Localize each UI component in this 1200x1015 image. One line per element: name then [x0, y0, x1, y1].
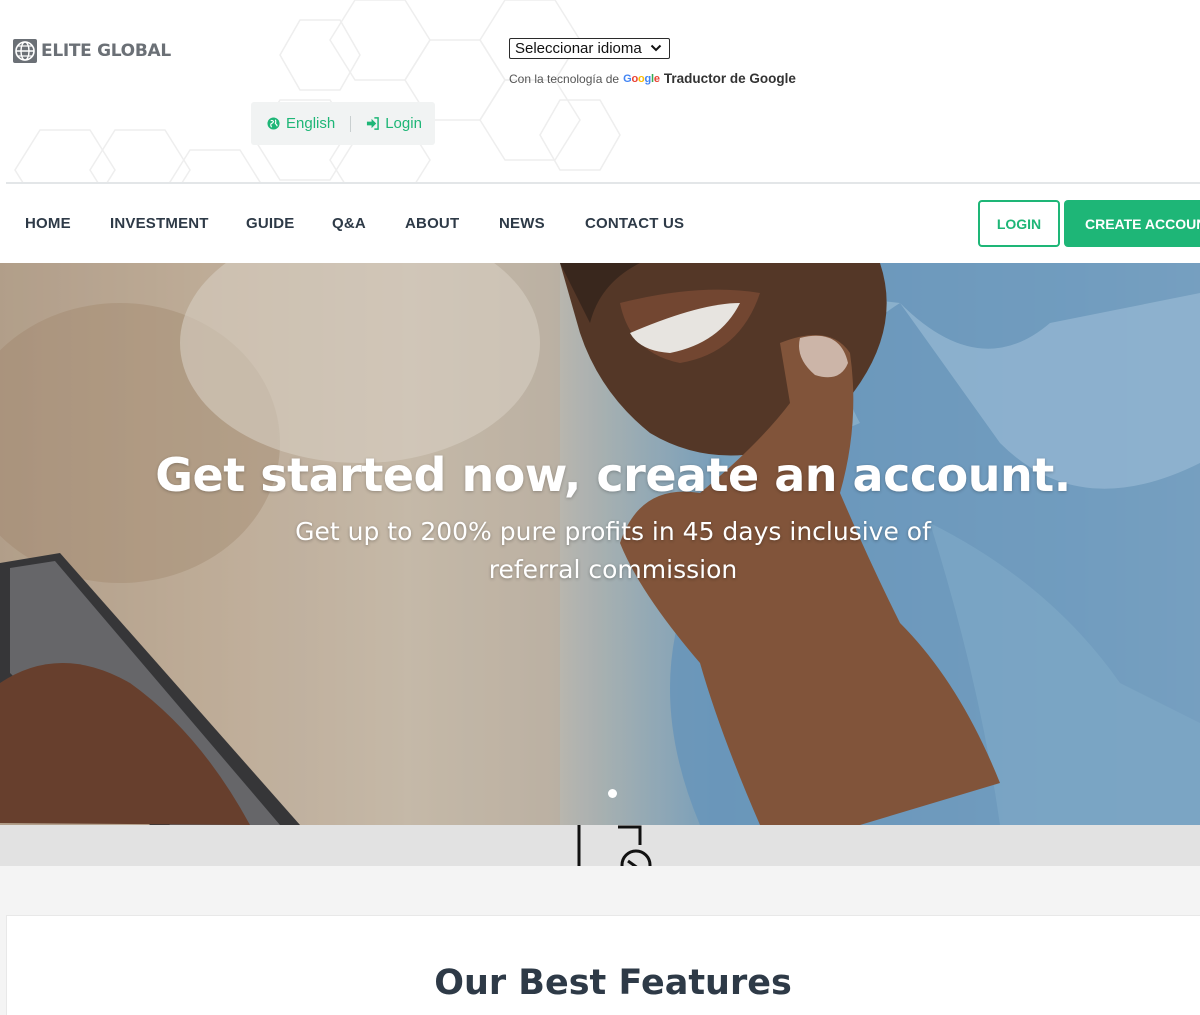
clipboard-icon: [577, 825, 652, 866]
nav-item-guide[interactable]: GUIDE: [246, 215, 295, 232]
nav-item-about[interactable]: ABOUT: [405, 215, 459, 232]
google-translate-attribution: Con la tecnología de Google Traductor de…: [509, 71, 796, 86]
login-button[interactable]: LOGIN: [978, 200, 1060, 247]
hero-subtitle: Get up to 200% pure profits in 45 days i…: [295, 517, 931, 584]
top-login-link[interactable]: Login: [366, 115, 422, 132]
powered-by-text: Con la tecnología de: [509, 71, 620, 86]
language-switcher[interactable]: English: [267, 115, 335, 132]
top-header: ELITE GLOBAL Seleccionar idioma Con la t…: [0, 0, 1200, 183]
language-label: English: [286, 115, 336, 132]
language-select-value: Seleccionar idioma: [515, 40, 642, 57]
create-account-button[interactable]: CREATE ACCOUNT: [1064, 200, 1200, 247]
nav-item-contact-us[interactable]: CONTACT US: [585, 215, 684, 232]
hero-title: Get started now, create an account.: [155, 448, 1071, 502]
sign-in-icon: [367, 117, 380, 130]
globe-logo-icon: [13, 39, 37, 63]
globe-icon: [267, 117, 280, 130]
nav-item-home[interactable]: HOME: [25, 215, 71, 232]
language-select[interactable]: Seleccionar idioma: [509, 38, 670, 59]
brand-name: ELITE GLOBAL: [41, 41, 171, 61]
google-logo: Google: [623, 72, 660, 85]
slider-dot-active[interactable]: [608, 789, 617, 798]
top-login-label: Login: [385, 115, 422, 132]
hero-slider: Get started now, create an account. Get …: [0, 263, 1200, 825]
main-navigation: HOME INVESTMENT GUIDE Q&A ABOUT NEWS CON…: [0, 184, 1200, 263]
google-translate-link[interactable]: Traductor de Google: [664, 71, 796, 86]
hexagon-background-pattern: [14, 0, 621, 183]
features-title: Our Best Features: [434, 963, 792, 1003]
feature-icon-strip: [0, 825, 1200, 866]
top-utility-bar: English Login: [251, 102, 435, 145]
nav-item-news[interactable]: NEWS: [499, 215, 545, 232]
divider: [350, 115, 352, 132]
nav-item-investment[interactable]: INVESTMENT: [110, 215, 209, 232]
brand-logo[interactable]: ELITE GLOBAL: [12, 38, 171, 64]
nav-item-qa[interactable]: Q&A: [332, 215, 366, 232]
chevron-down-icon: [650, 44, 662, 52]
